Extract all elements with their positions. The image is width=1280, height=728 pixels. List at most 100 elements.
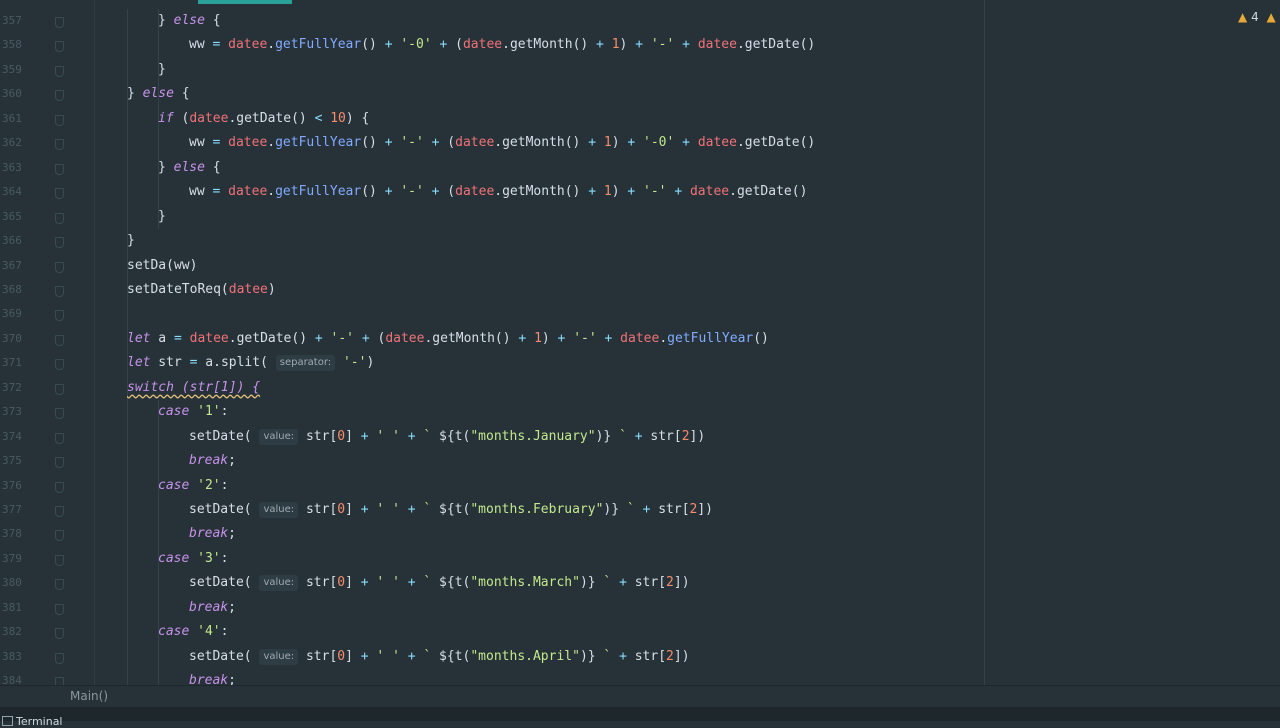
line-number: 360 <box>2 87 22 101</box>
code-line[interactable]: } else { <box>127 82 190 106</box>
fold-marker-icon[interactable] <box>55 188 64 200</box>
code-line[interactable]: setDate( value: str[0] + ' ' + ` ${t("mo… <box>189 425 705 449</box>
code-line[interactable]: ww = datee.getFullYear() + '-' + (datee.… <box>189 180 807 204</box>
fold-marker-icon[interactable] <box>55 310 64 322</box>
code-token: ` <box>595 648 612 664</box>
breadcrumb-item[interactable]: Main() <box>70 689 108 703</box>
code-token: 1 <box>534 330 542 346</box>
fold-marker-icon[interactable] <box>55 285 64 297</box>
fold-marker-icon[interactable] <box>55 114 64 126</box>
fold-marker-icon[interactable] <box>55 677 64 685</box>
code-token: datee <box>689 184 730 200</box>
fold-marker-icon[interactable] <box>55 530 64 542</box>
warnings-indicator[interactable]: ▲ 4 ▲ <box>1238 10 1276 24</box>
code-token: + <box>619 575 627 591</box>
code-token: . <box>267 184 276 200</box>
fold-marker-icon[interactable] <box>55 139 64 151</box>
code-line[interactable]: let a = datee.getDate() + '-' + (datee.g… <box>127 327 769 351</box>
code-line[interactable]: break; <box>189 669 236 685</box>
code-token: getMonth <box>432 330 495 346</box>
code-token: ' ' <box>376 428 400 444</box>
fold-marker-icon[interactable] <box>55 41 64 53</box>
fold-marker-icon[interactable] <box>55 481 64 493</box>
fold-marker-icon[interactable] <box>55 652 64 664</box>
code-line[interactable]: case '4': <box>158 620 228 644</box>
code-token: getFullYear <box>275 135 362 151</box>
code-token: datee <box>620 330 660 346</box>
code-line[interactable]: } <box>158 205 166 229</box>
code-token: + <box>674 184 683 200</box>
line-number: 357 <box>2 14 22 27</box>
fold-marker-icon[interactable] <box>55 90 64 102</box>
code-token: + <box>619 648 627 664</box>
line-number: 376 <box>2 478 22 492</box>
code-line[interactable]: let str = a.split( separator: '-') <box>127 351 374 375</box>
code-token: + <box>407 648 416 664</box>
code-token: + <box>360 575 369 591</box>
code-line[interactable]: case '2': <box>158 474 228 498</box>
code-line[interactable]: switch (str[1]) { <box>127 376 260 400</box>
code-token: datee <box>228 184 268 200</box>
fold-marker-icon[interactable] <box>55 163 64 175</box>
code-token: ` <box>619 502 635 517</box>
fold-marker-icon[interactable] <box>55 432 64 444</box>
terminal-tab[interactable]: Terminal <box>16 715 63 728</box>
code-line[interactable]: break; <box>189 522 236 546</box>
code-line[interactable]: setDate( value: str[0] + ' ' + ` ${t("mo… <box>189 571 690 595</box>
code-token: [ <box>681 502 690 517</box>
fold-marker-icon[interactable] <box>55 554 64 566</box>
fold-marker-icon[interactable] <box>55 603 64 615</box>
fold-marker-icon[interactable] <box>55 237 64 249</box>
code-token: a <box>205 355 214 371</box>
code-editor[interactable]: 357} else {358 ww = datee.getFullYear() +… <box>0 0 1280 685</box>
fold-marker-icon[interactable] <box>55 579 64 591</box>
code-line[interactable]: } else { <box>158 9 221 33</box>
code-token: break <box>189 526 229 542</box>
line-number: 383 <box>2 649 22 663</box>
line-number: 381 <box>2 600 22 614</box>
code-line[interactable]: case '3': <box>158 547 228 571</box>
code-token: str <box>305 428 330 444</box>
code-token: ) <box>611 184 628 200</box>
code-token: () <box>361 184 385 200</box>
code-line[interactable]: ww = datee.getFullYear() + '-' + (datee.… <box>189 131 815 155</box>
fold-marker-icon[interactable] <box>55 408 64 420</box>
fold-marker-icon[interactable] <box>55 65 64 77</box>
fold-marker-icon[interactable] <box>55 457 64 469</box>
line-number: 384 <box>2 674 22 685</box>
fold-marker-icon[interactable] <box>55 506 64 517</box>
code-token: datee <box>189 110 229 126</box>
fold-marker-icon[interactable] <box>55 334 64 346</box>
code-line[interactable]: break; <box>189 596 236 620</box>
code-line[interactable]: break; <box>189 449 236 473</box>
code-token: str <box>150 355 190 371</box>
code-token: . <box>267 37 276 53</box>
code-line[interactable]: if (datee.getDate() < 10) { <box>158 107 369 131</box>
line-number: 361 <box>2 111 22 125</box>
code-token: 2 <box>666 648 674 664</box>
fold-marker-icon[interactable] <box>55 359 64 371</box>
fold-marker-icon[interactable] <box>55 383 64 395</box>
code-line[interactable]: } <box>127 229 135 253</box>
fold-marker-icon[interactable] <box>55 212 64 224</box>
code-line[interactable]: setDate( value: str[0] + ' ' + ` ${t("mo… <box>189 498 713 522</box>
code-line[interactable]: case '1': <box>158 400 228 424</box>
code-line[interactable]: ww = datee.getFullYear() + '-0' + (datee… <box>189 33 815 57</box>
fold-marker-icon[interactable] <box>55 261 64 273</box>
fold-marker-icon[interactable] <box>55 628 64 640</box>
code-line[interactable]: setDa(ww) <box>127 254 197 278</box>
code-line[interactable]: } <box>158 58 166 82</box>
code-line[interactable]: } else { <box>158 156 221 180</box>
code-line[interactable]: setDateToReq(datee) <box>127 278 276 302</box>
fold-marker-icon[interactable] <box>55 17 64 28</box>
code-line[interactable]: setDate( value: str[0] + ' ' + ` ${t("mo… <box>189 645 690 669</box>
code-token: ' ' <box>376 575 400 591</box>
code-token: = <box>173 330 182 346</box>
